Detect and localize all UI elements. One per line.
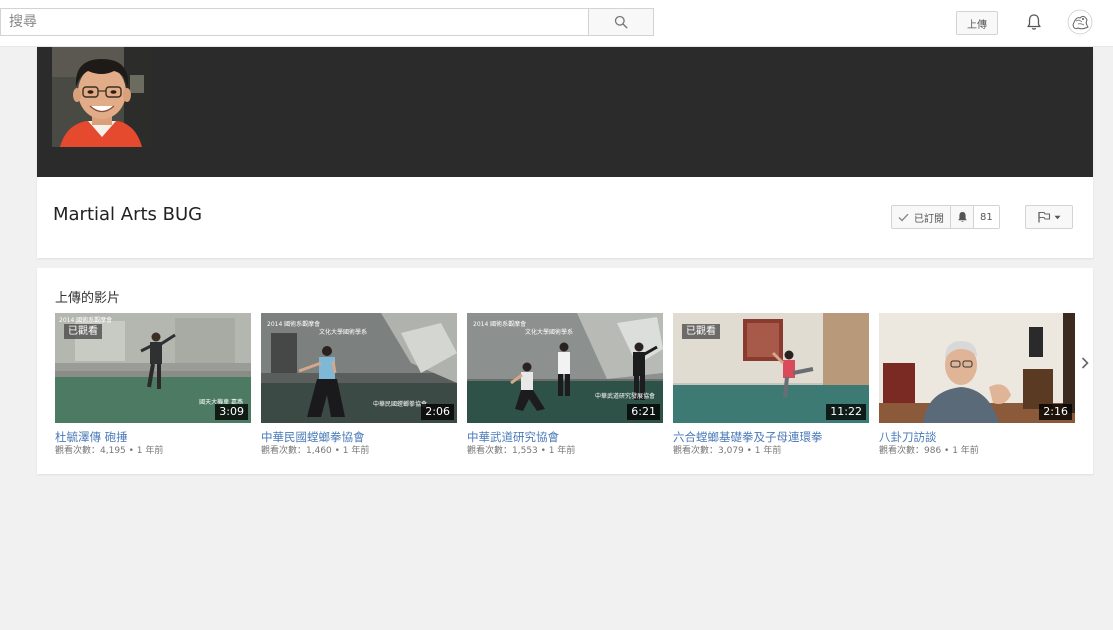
thumbnail-caption: 中華武道研究發展協會 (594, 393, 655, 400)
video-duration: 2:06 (421, 404, 454, 420)
video-thumbnail[interactable]: 2014 國術系觀摩會 國天大機車 嘉燕 已觀看 3:09 (55, 313, 251, 423)
video-title[interactable]: 八卦刀訪談 (879, 430, 1075, 444)
watched-badge: 已觀看 (682, 324, 720, 339)
video-item[interactable]: 2014 國術系觀摩會 文化大學國術學系 中華民國螳螂拳協會 2:06 中華民國… (261, 313, 457, 457)
watched-badge: 已觀看 (64, 324, 102, 339)
subscriber-count: 81 (974, 206, 999, 228)
notifications-button[interactable] (1020, 8, 1048, 36)
video-duration: 3:09 (215, 404, 248, 420)
shelf-next-button[interactable] (1078, 348, 1092, 378)
account-avatar (1067, 9, 1093, 35)
chevron-down-icon (1054, 215, 1061, 219)
subscription-bell-button[interactable] (951, 206, 974, 228)
video-thumbnail[interactable]: 2014 國術系觀摩會 文化大學國術學系 中華民國螳螂拳協會 2:06 (261, 313, 457, 423)
video-duration: 6:21 (627, 404, 660, 420)
video-meta: 觀看次數：4,195 • 1 年前 (55, 446, 164, 456)
video-item[interactable]: 2:16 八卦刀訪談 觀看次數：986 • 1 年前 (879, 313, 1075, 457)
bell-icon (957, 212, 967, 222)
subscribe-group: 已訂閱 81 (891, 205, 1000, 229)
masthead: 上傳 (0, 0, 1113, 47)
thumbnail-caption: 2014 國術系觀摩會 (473, 321, 527, 328)
video-meta: 觀看次數：1,460 • 1 年前 (261, 446, 370, 456)
thumbnail-caption: 文化大學國術學系 (525, 329, 574, 336)
section-title[interactable]: 上傳的影片 (55, 287, 120, 306)
video-thumbnail[interactable]: 2:16 (879, 313, 1075, 423)
video-meta: 觀看次數：3,079 • 1 年前 (673, 446, 782, 456)
thumbnail-caption: 中華民國螳螂拳協會 (372, 401, 427, 408)
search-button[interactable] (588, 8, 654, 36)
flag-menu-button[interactable] (1025, 205, 1073, 229)
channel-avatar[interactable] (52, 47, 152, 147)
video-item[interactable]: 2014 國術系觀摩會 文化大學國術學系 中華武道研究發展協會 6:21 中華武… (467, 313, 663, 457)
video-duration: 11:22 (826, 404, 866, 420)
subscribed-label: 已訂閱 (914, 213, 944, 225)
video-item[interactable]: 2014 國術系觀摩會 國天大機車 嘉燕 已觀看 3:09 杜毓澤傳 砲捶 觀看… (55, 313, 251, 457)
thumbnail-caption: 文化大學國術學系 (319, 329, 368, 336)
chevron-right-icon (1081, 357, 1089, 369)
account-avatar-button[interactable] (1066, 8, 1094, 36)
channel-banner (37, 47, 1093, 177)
channel-avatar-image (52, 47, 152, 147)
video-title[interactable]: 中華民國螳螂拳協會 (261, 430, 457, 444)
video-title[interactable]: 六合螳螂基礎拳及子母連環拳 (673, 430, 869, 444)
channel-header: Martial Arts BUG 已訂閱 81 (37, 47, 1093, 258)
video-item[interactable]: 已觀看 11:22 六合螳螂基礎拳及子母連環拳 觀看次數：3,079 • 1 年… (673, 313, 869, 457)
video-thumbnail[interactable]: 已觀看 11:22 (673, 313, 869, 423)
thumbnail-caption: 2014 國術系觀摩會 (267, 321, 321, 328)
video-duration: 2:16 (1039, 404, 1072, 420)
search-icon (614, 15, 628, 29)
video-title[interactable]: 中華武道研究協會 (467, 430, 663, 444)
check-icon (898, 213, 909, 222)
channel-title: Martial Arts BUG (53, 204, 203, 225)
bell-icon (1027, 14, 1041, 30)
video-title[interactable]: 杜毓澤傳 砲捶 (55, 430, 251, 444)
uploads-section: 上傳的影片 2014 國術系觀摩會 國天大機車 嘉燕 已觀看 3:09 杜毓澤傳… (37, 268, 1093, 474)
upload-button[interactable]: 上傳 (956, 11, 998, 35)
video-meta: 觀看次數：1,553 • 1 年前 (467, 446, 576, 456)
video-thumbnail[interactable]: 2014 國術系觀摩會 文化大學國術學系 中華武道研究發展協會 6:21 (467, 313, 663, 423)
flag-icon (1038, 211, 1051, 223)
search-input[interactable] (0, 8, 588, 36)
subscribed-button[interactable]: 已訂閱 (892, 206, 951, 228)
video-meta: 觀看次數：986 • 1 年前 (879, 446, 979, 456)
